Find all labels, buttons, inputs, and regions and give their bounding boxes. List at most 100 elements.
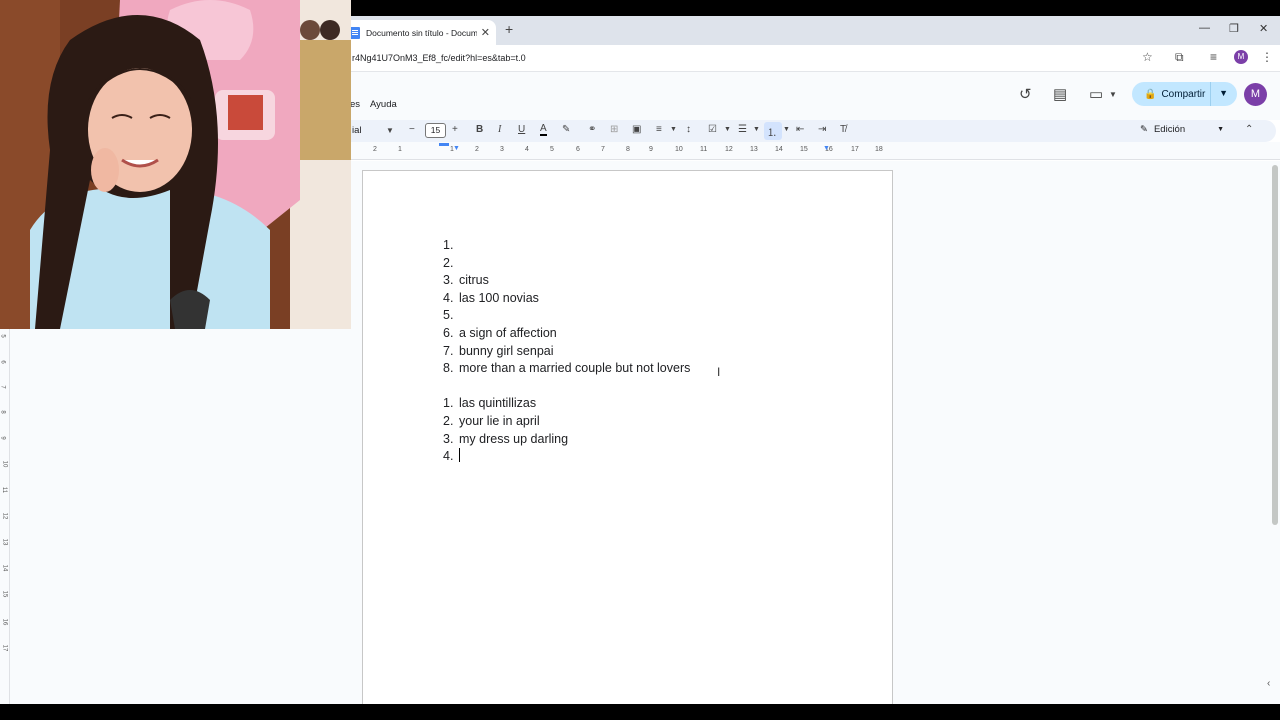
media-control-icon[interactable]: ≡	[1210, 50, 1217, 64]
ruler-number: 2	[373, 146, 377, 153]
version-history-icon[interactable]: ↺	[1019, 85, 1032, 103]
vruler-number: 14	[1, 564, 8, 572]
comments-icon[interactable]: ▤	[1053, 85, 1067, 103]
bulleted-list-icon[interactable]: ☰	[738, 124, 747, 135]
ruler-number: 1	[398, 146, 402, 153]
ruler-number: 18	[875, 146, 883, 153]
increase-font-icon[interactable]: +	[452, 124, 458, 135]
restore-icon[interactable]: ❐	[1229, 22, 1239, 35]
add-comment-icon[interactable]: ⊞	[610, 124, 618, 135]
vertical-scrollbar[interactable]	[1270, 161, 1280, 704]
bullet-caret-icon[interactable]: ▼	[753, 126, 760, 133]
close-window-icon[interactable]: ✕	[1259, 22, 1268, 35]
bold-icon[interactable]: B	[476, 124, 483, 135]
list-item[interactable]: 5.	[443, 307, 690, 325]
bookmark-star-icon[interactable]: ☆	[1142, 50, 1153, 64]
menu-item-help[interactable]: Ayuda	[370, 99, 397, 110]
first-line-indent-marker[interactable]	[439, 143, 449, 146]
font-caret-icon[interactable]: ▼	[386, 126, 394, 135]
list-item[interactable]: 4.	[443, 448, 690, 466]
list-item[interactable]: 4. las 100 novias	[443, 290, 690, 308]
vruler-number: 6	[0, 360, 6, 364]
document-page[interactable]: 1. 2. 3. citrus 4. las 100 novias 5. 6. a s…	[362, 170, 893, 710]
list-item[interactable]: 1. las quintillizas	[443, 395, 690, 413]
highlight-icon[interactable]: ✎	[562, 124, 570, 135]
font-name-select[interactable]: ial	[352, 125, 362, 136]
ruler-number: 8	[626, 146, 630, 153]
document-body[interactable]: 1. 2. 3. citrus 4. las 100 novias 5. 6. a s…	[443, 237, 690, 466]
lock-icon: 🔒	[1144, 88, 1157, 100]
ruler-number: 14	[775, 146, 783, 153]
vertical-ruler[interactable]: 5 6 7 8 9 10 11 12 13 14 15 16 17	[0, 329, 10, 704]
text-cursor	[459, 448, 460, 463]
menu-item-extensions[interactable]: es	[350, 99, 360, 110]
ruler-number: 9	[649, 146, 653, 153]
editing-mode-label: Edición	[1153, 124, 1186, 135]
right-indent-marker[interactable]: ▼	[823, 145, 830, 152]
list-item[interactable]: 3. my dress up darling	[443, 431, 690, 449]
new-tab-icon[interactable]: +	[505, 21, 513, 37]
list-item[interactable]: 8. more than a married couple but not lov…	[443, 360, 690, 378]
minimize-icon[interactable]: —	[1199, 22, 1210, 34]
italic-icon[interactable]: I	[498, 124, 501, 135]
mode-caret-icon: ▼	[1217, 126, 1225, 133]
pencil-icon: ✎	[1140, 124, 1148, 135]
clear-formatting-icon[interactable]: T̸	[840, 124, 846, 135]
list-item[interactable]: 2.	[443, 255, 690, 273]
share-button[interactable]: 🔒 Compartir ▼	[1132, 82, 1237, 106]
editing-mode-select[interactable]: ✎ Edición ▼	[1140, 124, 1224, 135]
left-indent-marker[interactable]: ▼	[453, 145, 460, 152]
scrollbar-thumb[interactable]	[1272, 165, 1278, 525]
screen: Documento sin título - Documentos de Goo…	[0, 0, 1280, 720]
webcam-overlay	[0, 0, 351, 329]
ruler-number: 4	[525, 146, 529, 153]
meet-camera-icon[interactable]: ▭	[1089, 85, 1103, 103]
list-item[interactable]: 1.	[443, 237, 690, 255]
checklist-icon[interactable]: ☑	[708, 124, 717, 135]
mouse-ibeam-cursor: I	[717, 365, 721, 379]
text-color-icon[interactable]: A	[540, 124, 547, 136]
url-field[interactable]: r4Ng41U7OnM3_Ef8_fc/edit?hl=es&tab=t.0	[352, 53, 526, 63]
collapse-menu-icon[interactable]: ⌃	[1245, 124, 1253, 135]
vruler-number: 9	[0, 436, 6, 440]
share-caret-icon[interactable]: ▼	[1219, 88, 1228, 98]
increase-indent-icon[interactable]: ⇥	[818, 124, 826, 135]
list-item[interactable]: 3. citrus	[443, 272, 690, 290]
line-spacing-icon[interactable]: ↕	[686, 124, 691, 135]
webcam-picture	[0, 0, 351, 329]
underline-icon[interactable]: U	[518, 124, 525, 135]
list-item[interactable]: 7. bunny girl senpai	[443, 343, 690, 361]
meet-caret-icon[interactable]: ▼	[1109, 90, 1117, 99]
tab-title: Documento sin título - Documentos de Goo…	[366, 27, 477, 38]
ruler-number: 5	[550, 146, 554, 153]
insert-image-icon[interactable]: ▣	[632, 124, 641, 135]
list-item[interactable]: 6. a sign of affection	[443, 325, 690, 343]
blank-line[interactable]	[443, 378, 690, 396]
ruler-number: 7	[601, 146, 605, 153]
align-icon[interactable]: ≡	[656, 124, 662, 135]
vruler-number: 16	[1, 618, 8, 626]
numbered-caret-icon[interactable]: ▼	[783, 126, 790, 133]
scroll-collapse-icon[interactable]: ‹	[1267, 678, 1270, 689]
browser-menu-icon[interactable]: ⋮	[1261, 50, 1273, 64]
tab-close-icon[interactable]: ✕	[481, 26, 490, 39]
extensions-icon[interactable]: ⧉	[1175, 50, 1184, 65]
list-item[interactable]: 2. your lie in april	[443, 413, 690, 431]
ruler-number: 10	[675, 146, 683, 153]
vruler-number: 17	[1, 644, 8, 652]
ruler-number: 13	[750, 146, 758, 153]
share-divider	[1210, 82, 1211, 106]
ruler-number: 3	[500, 146, 504, 153]
checklist-caret-icon[interactable]: ▼	[724, 126, 731, 133]
numbered-list-icon[interactable]: ⒈	[767, 124, 777, 139]
font-size-input[interactable]: 15	[425, 123, 446, 138]
vruler-number: 5	[0, 334, 6, 338]
decrease-font-icon[interactable]: −	[409, 124, 415, 135]
browser-tab-active[interactable]: Documento sin título - Documentos de Goo…	[344, 20, 496, 45]
browser-profile-avatar[interactable]: M	[1234, 50, 1248, 64]
share-label: Compartir	[1161, 88, 1206, 100]
docs-profile-avatar[interactable]: M	[1244, 83, 1267, 106]
decrease-indent-icon[interactable]: ⇤	[796, 124, 804, 135]
link-icon[interactable]: ⚭	[588, 124, 596, 135]
align-caret-icon[interactable]: ▼	[670, 126, 677, 133]
